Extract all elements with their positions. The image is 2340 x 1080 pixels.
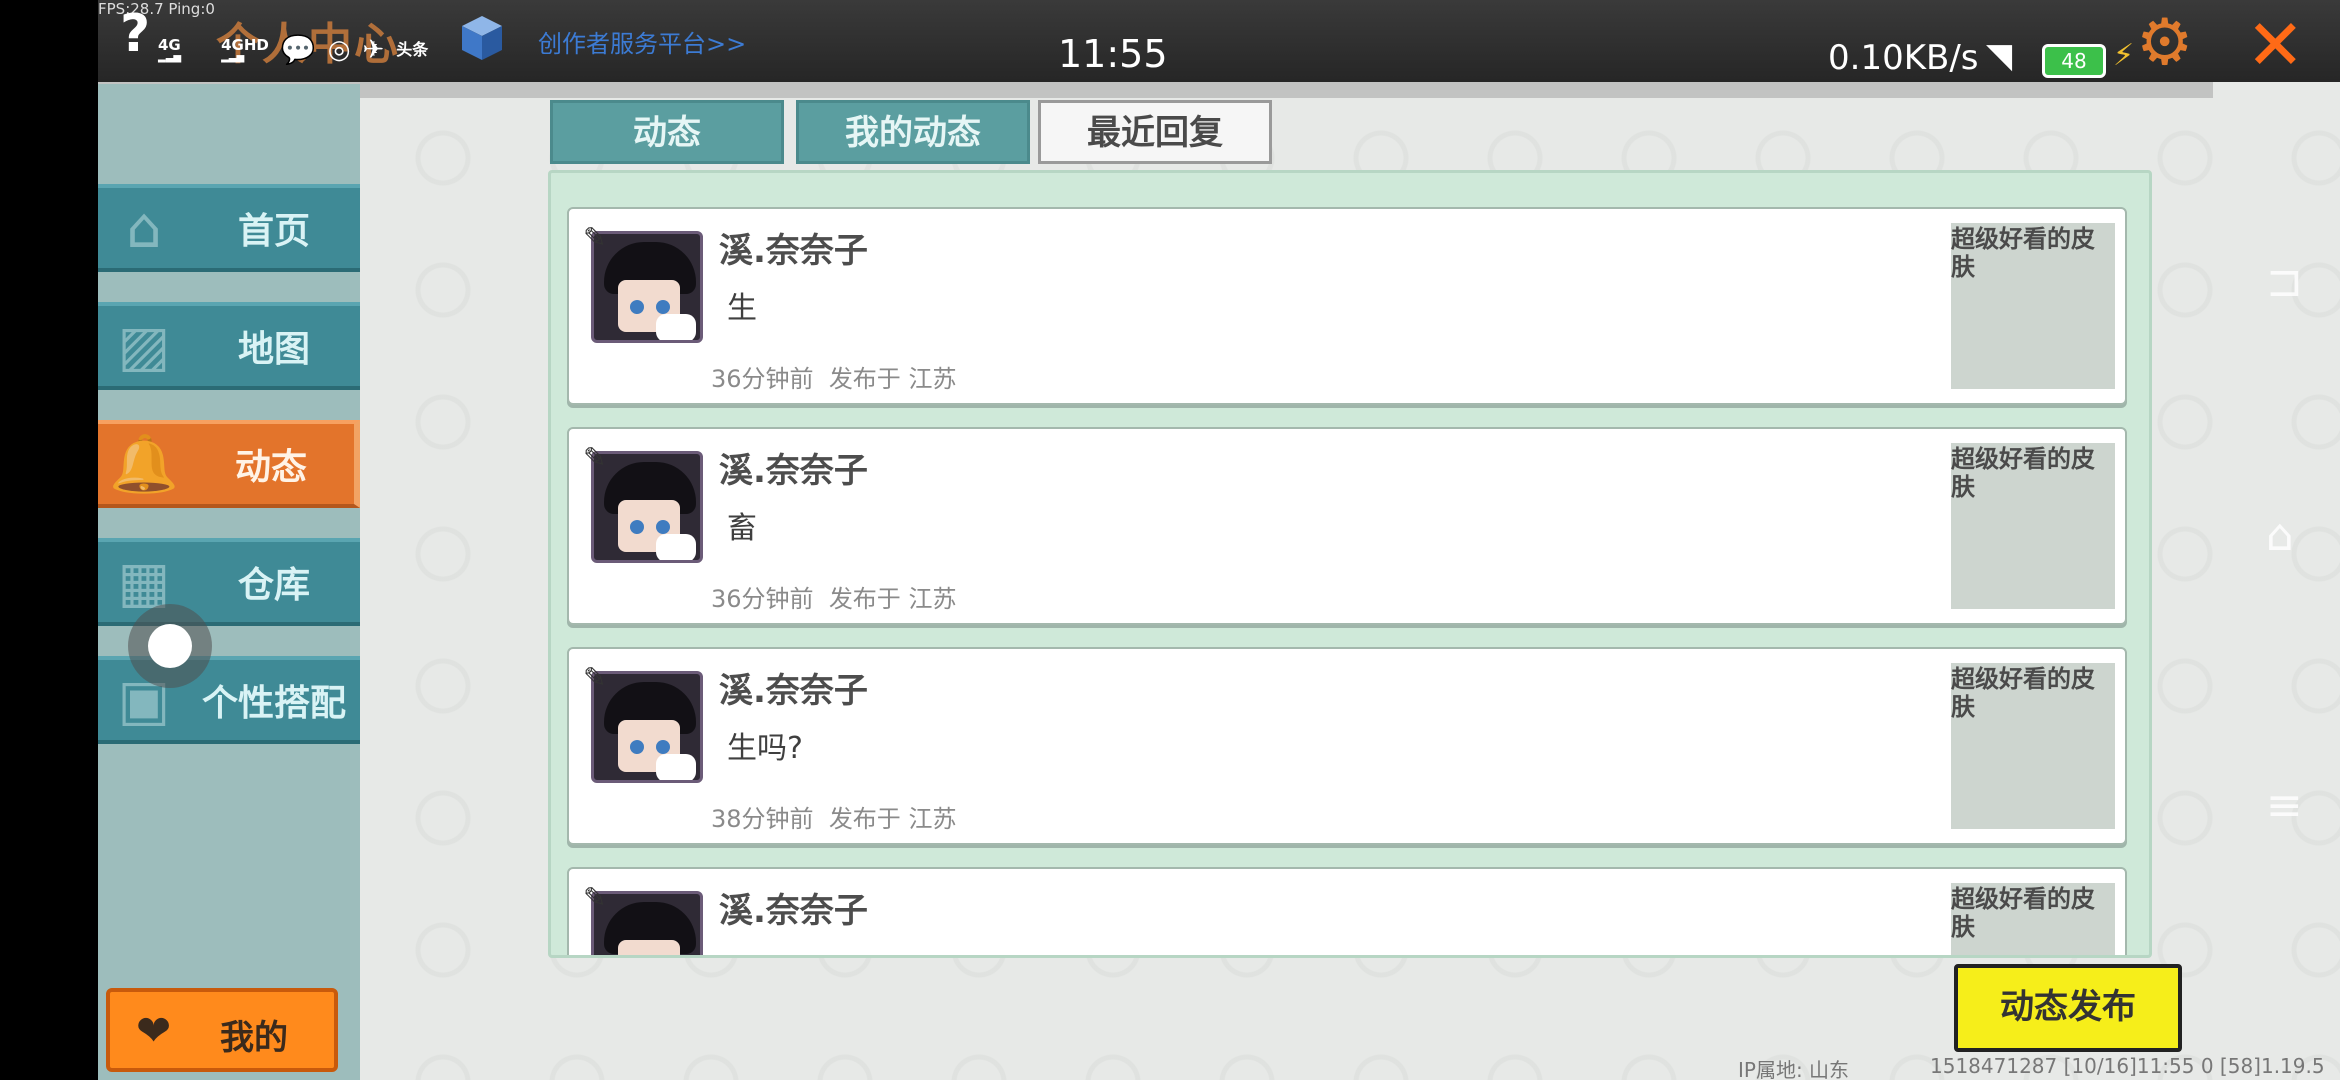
my-button[interactable]: ❤ 我的 xyxy=(106,988,338,1072)
username[interactable]: 溪.奈奈子 xyxy=(719,883,868,932)
telegram-icon: ✈ xyxy=(362,35,385,65)
tab-my-feed[interactable]: 我的动态 xyxy=(796,100,1030,164)
feed-list[interactable]: ✎ 溪.奈奈子 生 36分钟前 发布于 江苏 超级好看的皮肤 ✎ 溪.奈奈子 畜… xyxy=(548,170,2152,958)
sidebar: ⌂ 首页 ▨ 地图 🔔 动态 ▦ 仓库 ▣ 个性搭配 xyxy=(98,84,360,1080)
decoration-icon: ✎ xyxy=(583,441,607,474)
cube-logo-icon xyxy=(462,16,502,60)
bell-icon: 🔔 xyxy=(109,432,179,497)
gear-icon[interactable]: ⚙ xyxy=(2136,6,2193,80)
sidebar-item-label: 仓库 xyxy=(237,565,310,606)
post-meta: 36分钟前 发布于 江苏 xyxy=(711,579,956,614)
sidebar-item-feed[interactable]: 🔔 动态 xyxy=(98,420,360,508)
sidebar-item-label: 地图 xyxy=(237,329,310,370)
post-location: 发布于 江苏 xyxy=(828,365,957,393)
post-time: 38分钟前 xyxy=(711,805,814,833)
app-badge-icon: ◎ xyxy=(327,35,351,65)
avatar[interactable] xyxy=(591,451,703,563)
sidebar-item-warehouse[interactable]: ▦ 仓库 xyxy=(98,538,360,626)
status-bar: FPS:28.7 Ping:0 个人中心 ? 4G ▂▃▅ 4GHD ▂▃▅ 💬 ◎… xyxy=(98,0,2340,86)
post-time: 36分钟前 xyxy=(711,365,814,393)
tab-feed[interactable]: 动态 xyxy=(550,100,784,164)
sidebar-item-label: 首页 xyxy=(237,211,310,252)
back-gesture-icon[interactable]: ⊐ xyxy=(2266,256,2324,307)
post-location: 发布于 江苏 xyxy=(828,585,957,613)
heart-icon: ❤ xyxy=(136,1006,172,1055)
avatar[interactable] xyxy=(591,671,703,783)
post-text: 生吗? xyxy=(727,731,803,766)
battery-indicator: 48 xyxy=(2042,44,2106,78)
home-gesture-icon[interactable]: ⌂ xyxy=(2266,510,2324,561)
map-icon: ▨ xyxy=(117,314,171,379)
post-time: 36分钟前 xyxy=(711,585,814,613)
post-meta: 36分钟前 发布于 江苏 xyxy=(711,359,956,394)
feed-card[interactable]: ✎ 溪.奈奈子 生吗? 38分钟前 发布于 江苏 超级好看的皮肤 xyxy=(567,647,2127,845)
post-text: 畜 xyxy=(727,511,757,546)
help-icon[interactable]: ? xyxy=(120,4,150,64)
avatar[interactable] xyxy=(591,231,703,343)
skin-thumbnail[interactable]: 超级好看的皮肤 xyxy=(1951,443,2115,609)
post-location: 发布于 江苏 xyxy=(828,805,957,833)
toutiao-icon: 头条 xyxy=(396,40,429,59)
clock: 11:55 xyxy=(1058,32,1168,76)
signal-4ghd-icon: 4GHD ▂▃▅ xyxy=(221,35,269,63)
sidebar-item-label: 个性搭配 xyxy=(201,683,346,724)
charging-icon: ⚡ xyxy=(2113,38,2135,73)
build-info: 1518471287 [10/16]11:55 0 [58]1.19.5 xyxy=(1930,1054,2325,1078)
decoration-icon: ✎ xyxy=(583,221,607,254)
close-icon[interactable]: ✕ xyxy=(2246,4,2305,86)
username[interactable]: 溪.奈奈子 xyxy=(719,443,868,492)
app-screen: FPS:28.7 Ping:0 个人中心 ? 4G ▂▃▅ 4GHD ▂▃▅ 💬 ◎… xyxy=(98,0,2340,1080)
signal-4g-icon: 4G ▂▃▅ xyxy=(158,35,182,63)
my-button-label: 我的 xyxy=(220,1018,288,1058)
floating-assist-ball[interactable] xyxy=(128,604,212,688)
net-speed: 0.10KB/s xyxy=(1828,38,1979,78)
signal-group: 4G ▂▃▅ 4GHD ▂▃▅ 💬 ◎ ✈ 头条 xyxy=(158,20,428,80)
skin-thumbnail[interactable]: 超级好看的皮肤 xyxy=(1951,223,2115,389)
username[interactable]: 溪.奈奈子 xyxy=(719,223,868,272)
message-icon: 💬 xyxy=(280,33,316,66)
header-divider xyxy=(98,82,2213,98)
skin-thumbnail[interactable]: 超级好看的皮肤 xyxy=(1951,883,2115,955)
sidebar-item-home[interactable]: ⌂ 首页 xyxy=(98,184,360,272)
feed-card[interactable]: ✎ 溪.奈奈子 超级好看的皮肤 xyxy=(567,867,2127,955)
username[interactable]: 溪.奈奈子 xyxy=(719,663,868,712)
fps-readout: FPS:28.7 Ping:0 xyxy=(98,0,215,18)
publish-post-button[interactable]: 动态发布 xyxy=(1954,964,2182,1052)
decoration-icon: ✎ xyxy=(583,661,607,694)
creator-platform-link[interactable]: 创作者服务平台>> xyxy=(538,24,746,59)
feed-card[interactable]: ✎ 溪.奈奈子 畜 36分钟前 发布于 江苏 超级好看的皮肤 xyxy=(567,427,2127,625)
feed-card[interactable]: ✎ 溪.奈奈子 生 36分钟前 发布于 江苏 超级好看的皮肤 xyxy=(567,207,2127,405)
sidebar-item-label: 动态 xyxy=(234,447,307,488)
post-text: 生 xyxy=(727,291,757,326)
menu-gesture-icon[interactable]: ≡ xyxy=(2266,780,2324,831)
tab-recent-replies[interactable]: 最近回复 xyxy=(1038,100,1272,164)
sidebar-item-map[interactable]: ▨ 地图 xyxy=(98,302,360,390)
decoration-icon: ✎ xyxy=(583,881,607,914)
avatar[interactable] xyxy=(591,891,703,955)
wifi-icon: ◥ xyxy=(1986,36,2013,76)
skin-thumbnail[interactable]: 超级好看的皮肤 xyxy=(1951,663,2115,829)
post-meta: 38分钟前 发布于 江苏 xyxy=(711,799,956,834)
home-icon: ⌂ xyxy=(126,196,162,261)
ip-location: IP属地: 山东 xyxy=(1738,1058,1850,1080)
